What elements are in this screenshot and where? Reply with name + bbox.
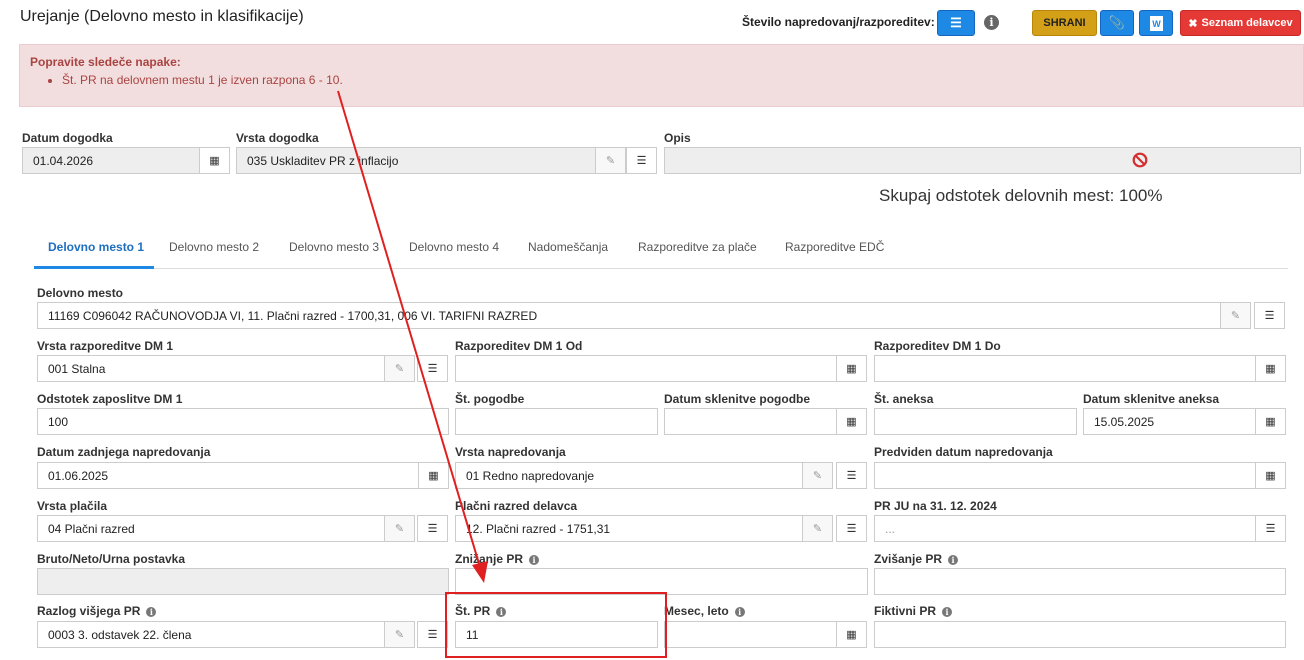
gross-net-label: Bruto/Neto/Urna postavka [37,552,186,566]
workplace-input[interactable]: 11169 C096042 RAČUNOVODJA VI, 11. Plačni… [37,302,1221,329]
list-icon[interactable]: ☰ [836,515,867,542]
tab-edc-assignments[interactable]: Razporeditve EDČ [785,240,884,254]
promotion-type-input[interactable]: 01 Redno napredovanje [455,462,803,489]
pay-grade-input[interactable]: 12. Plačni razred - 1751,31 [455,515,803,542]
alert-title: Popravite sledeče napake: [30,55,181,69]
list-icon[interactable]: ☰ [626,147,657,174]
event-date-label: Datum dogodka [22,131,113,145]
tab-workplace-1[interactable]: Delovno mesto 1 [48,240,144,254]
description-label: Opis [664,131,691,145]
reason-label: Razlog višjega PR i [37,604,157,618]
last-promotion-label: Datum zadnjega napredovanja [37,445,211,459]
fictive-pr-input[interactable] [874,621,1286,648]
active-tab-indicator [34,266,154,269]
employment-percent-label: Odstotek zaposlitve DM 1 [37,392,183,406]
promotion-count: Število napredovanj/razporeditev: 0 [742,15,945,29]
eraser-icon[interactable]: ✎ [802,515,833,542]
calendar-icon[interactable]: ▦ [836,408,867,435]
contract-date-label: Datum sklenitve pogodbe [664,392,811,406]
fictive-pr-label: Fiktivni PR i [874,604,953,618]
description-input[interactable] [664,147,1301,174]
attachment-button[interactable]: 📎 [1100,10,1134,36]
list-button[interactable]: ☰ [937,10,975,36]
list-icon[interactable]: ☰ [417,621,448,648]
info-icon[interactable]: i [984,15,999,30]
planned-promotion-label: Predviden datum napredovanja [874,445,1053,459]
assignment-type-label: Vrsta razporeditve DM 1 [37,339,174,353]
annex-date-input[interactable]: 15.05.2025 [1083,408,1256,435]
list-icon: ☰ [950,15,962,30]
decrease-input[interactable] [455,568,868,595]
contract-date-input[interactable] [664,408,837,435]
increase-input[interactable] [874,568,1286,595]
tab-workplace-2[interactable]: Delovno mesto 2 [169,240,259,254]
event-date-input[interactable]: 01.04.2026 [22,147,200,174]
list-icon[interactable]: ☰ [1255,515,1286,542]
alert-item: Št. PR na delovnem mestu 1 je izven razp… [62,73,1293,87]
word-document-icon: W [1149,15,1163,31]
save-button[interactable]: SHRANI [1032,10,1097,36]
prju-input[interactable]: ... [874,515,1256,542]
info-icon[interactable]: i [942,607,953,617]
month-year-label: Mesec, leto i [664,604,745,618]
info-icon[interactable]: i [948,555,959,565]
event-type-label: Vrsta dogodka [236,131,319,145]
calendar-icon[interactable]: ▦ [199,147,230,174]
month-year-input[interactable] [664,621,837,648]
eraser-icon[interactable]: ✎ [1220,302,1251,329]
tab-salary-assignments[interactable]: Razporeditve za plače [638,240,757,254]
annotation-arrow [337,90,488,583]
calendar-icon[interactable]: ▦ [1255,355,1286,382]
eraser-icon[interactable]: ✎ [802,462,833,489]
tab-divider [34,268,1288,269]
list-icon[interactable]: ☰ [1254,302,1285,329]
calendar-icon[interactable]: ▦ [836,355,867,382]
calendar-icon[interactable]: ▦ [1255,408,1286,435]
payment-type-label: Vrsta plačila [37,499,108,513]
workplace-label: Delovno mesto [37,286,124,300]
close-icon: ✖ [1188,17,1198,30]
eraser-icon[interactable]: ✎ [595,147,626,174]
planned-promotion-input[interactable] [874,462,1256,489]
calendar-icon[interactable]: ▦ [1255,462,1286,489]
tab-substitutions[interactable]: Nadomeščanja [528,240,608,254]
list-icon[interactable]: ☰ [836,462,867,489]
word-export-button[interactable]: W [1139,10,1173,36]
annex-number-input[interactable] [874,408,1077,435]
highlight-box [445,592,667,658]
prju-label: PR JU na 31. 12. 2024 [874,499,997,513]
total-percentage: Skupaj odstotek delovnih mest: 100% [879,186,1163,205]
svg-text:W: W [1152,19,1161,29]
alert-list: Št. PR na delovnem mestu 1 je izven razp… [62,73,1293,87]
annex-date-label: Datum sklenitve aneksa [1083,392,1220,406]
not-allowed-icon [1132,152,1148,168]
info-icon[interactable]: i [146,607,157,617]
error-alert: Popravite sledeče napake: Št. PR na delo… [19,44,1304,107]
info-icon[interactable]: i [734,607,745,617]
reason-input[interactable]: 0003 3. odstavek 22. člena [37,621,385,648]
employees-list-button[interactable]: ✖ Seznam delavcev [1180,10,1301,36]
calendar-icon[interactable]: ▦ [836,621,867,648]
assignment-from-input[interactable] [455,355,837,382]
increase-label: Zvišanje PR i [874,552,959,566]
assignment-to-input[interactable] [874,355,1256,382]
annex-number-label: Št. aneksa [874,392,934,406]
assignment-to-label: Razporeditev DM 1 Do [874,339,1001,353]
info-icon[interactable]: i [529,555,540,565]
eraser-icon[interactable]: ✎ [384,621,415,648]
page-title: Urejanje (Delovno mesto in klasifikacije… [20,8,304,25]
paperclip-icon: 📎 [1108,15,1126,30]
